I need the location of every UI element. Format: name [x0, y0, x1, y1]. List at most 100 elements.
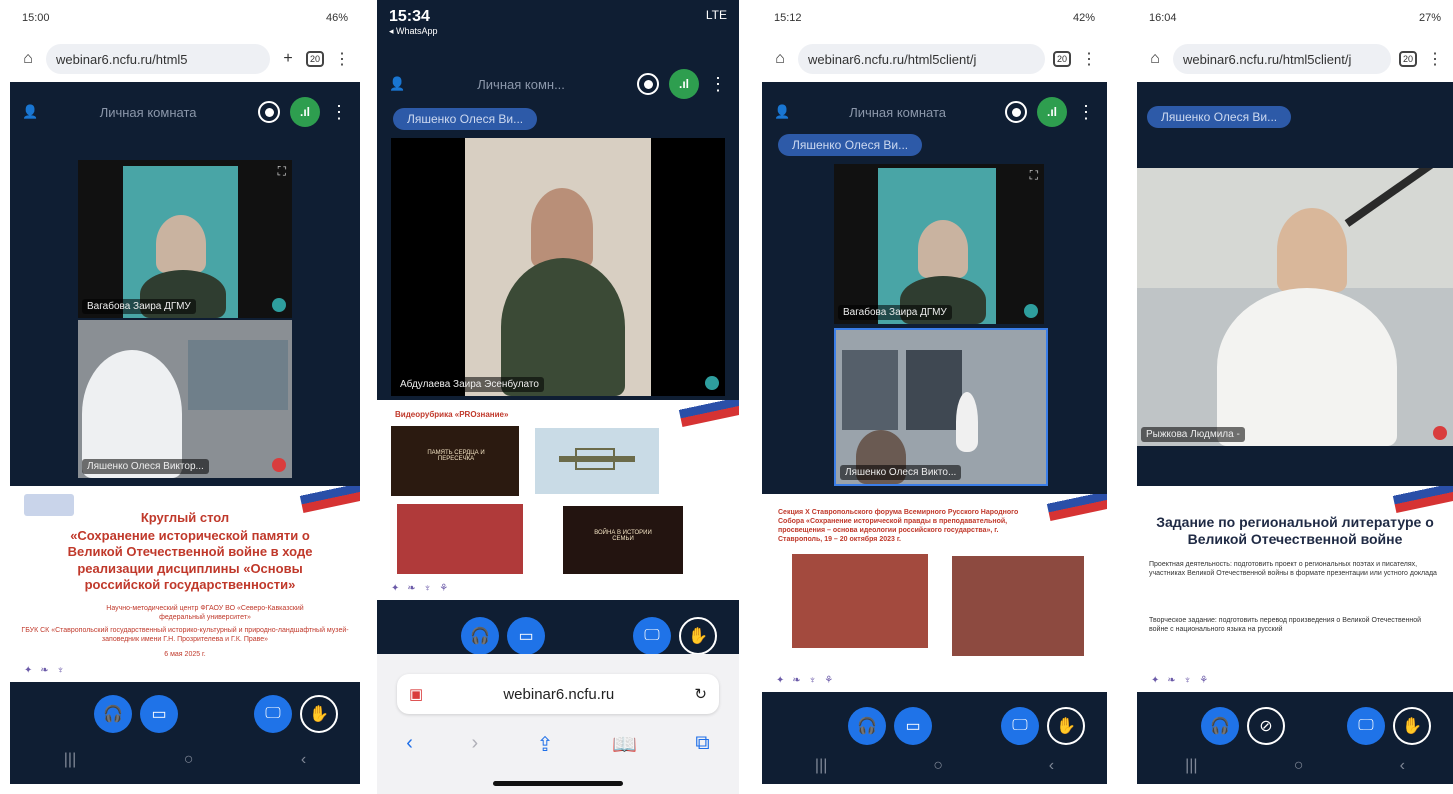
- url-field[interactable]: webinar6.ncfu.ru/html5client/j: [1173, 44, 1391, 74]
- presentation-slide: Задание по региональной литературе о Вел…: [1137, 486, 1453, 692]
- partner-logos: ✦ ❧ ♆ ⚘: [391, 583, 449, 594]
- home-circle-icon[interactable]: ○: [933, 757, 943, 775]
- forward-icon[interactable]: ›: [471, 732, 478, 757]
- meeting-controls: 🎧 ⊘ 🖵 ✋: [1137, 696, 1453, 756]
- home-icon[interactable]: ⌂: [770, 50, 790, 68]
- back-icon[interactable]: ‹: [406, 732, 413, 757]
- presenter-pill[interactable]: Ляшенко Олеся Ви...: [393, 108, 538, 130]
- meeting-controls: 🎧 ▭ 🖵 ✋: [762, 696, 1107, 756]
- video-tile-1[interactable]: ⛶ Вагабова Заира ДГМУ: [78, 160, 292, 318]
- screenshare-button[interactable]: 🖵: [254, 695, 292, 733]
- expand-icon[interactable]: ⛶: [1030, 168, 1038, 183]
- video-tile-1[interactable]: ⛶ Вагабова Заира ДГМУ: [834, 164, 1044, 324]
- more-options-icon[interactable]: ⋮: [330, 102, 348, 123]
- menu-icon[interactable]: ⋮: [1425, 49, 1445, 69]
- record-icon[interactable]: [1005, 101, 1027, 123]
- home-icon[interactable]: ⌂: [1145, 50, 1165, 68]
- status-time: 15:00: [22, 12, 50, 24]
- audio-button[interactable]: 🎧: [461, 617, 499, 655]
- menu-icon[interactable]: ⋮: [1079, 49, 1099, 69]
- screenshare-button[interactable]: 🖵: [1001, 707, 1039, 745]
- more-options-icon[interactable]: ⋮: [709, 74, 727, 95]
- expand-icon[interactable]: ⛶: [278, 164, 286, 179]
- video-tile[interactable]: Рыжкова Людмила -: [1137, 168, 1453, 446]
- slide-heading: Задание по региональной литературе о Вел…: [1156, 514, 1434, 547]
- video-tile-2[interactable]: Ляшенко Олеся Виктор...: [78, 320, 292, 478]
- slide-title: Видеорубрика «PROзнание»: [395, 410, 509, 419]
- raise-hand-button[interactable]: ✋: [1047, 707, 1085, 745]
- menu-icon[interactable]: ⋮: [332, 49, 352, 69]
- users-icon[interactable]: 👤: [774, 104, 790, 120]
- video-tile-2[interactable]: Ляшенко Олеся Викто...: [834, 328, 1048, 486]
- back-icon[interactable]: ‹: [1400, 757, 1405, 775]
- connection-status-icon[interactable]: .ıl: [669, 69, 699, 99]
- tabs-count-button[interactable]: 20: [1399, 51, 1417, 67]
- slide-paragraph-2: Творческое задание: подготовить перевод …: [1149, 617, 1422, 634]
- video-label: Абдулаева Заира Эсенбулато: [395, 377, 544, 392]
- screenshare-button[interactable]: 🖵: [1347, 707, 1385, 745]
- phone-screenshot-3: 15:12 42% ⌂ webinar6.ncfu.ru/html5client…: [762, 0, 1107, 784]
- record-icon[interactable]: [258, 101, 280, 123]
- raise-hand-button[interactable]: ✋: [300, 695, 338, 733]
- screenshare-button[interactable]: 🖵: [633, 617, 671, 655]
- connection-status-icon[interactable]: .ıl: [290, 97, 320, 127]
- slide-org-2: ГБУК СК «Ставропольский государственный …: [21, 627, 349, 644]
- new-tab-icon[interactable]: +: [278, 50, 298, 68]
- audio-button[interactable]: 🎧: [94, 695, 132, 733]
- url-field[interactable]: webinar6.ncfu.ru/html5: [46, 44, 270, 74]
- raise-hand-button[interactable]: ✋: [1393, 707, 1431, 745]
- video-thumbnail-2[interactable]: ВОЙНА В ИСТОРИИ СЕМЬИ: [563, 506, 683, 574]
- back-icon[interactable]: ‹: [1049, 757, 1054, 775]
- video-label: Вагабова Заира ДГМУ: [838, 305, 952, 320]
- camera-button[interactable]: ▭: [894, 707, 932, 745]
- home-circle-icon[interactable]: ○: [184, 751, 194, 769]
- status-bar: 16:04 27%: [1137, 0, 1453, 36]
- back-icon[interactable]: ‹: [301, 751, 306, 769]
- presenter-pill[interactable]: Ляшенко Олеся Ви...: [1147, 106, 1292, 128]
- recent-apps-icon[interactable]: |||: [815, 757, 827, 775]
- raise-hand-button[interactable]: ✋: [679, 617, 717, 655]
- recording-indicator-icon: ▣: [409, 686, 424, 703]
- users-icon[interactable]: 👤: [22, 104, 38, 120]
- presenter-pill[interactable]: Ляшенко Олеся Ви...: [778, 134, 923, 156]
- bookmarks-icon[interactable]: 📖: [612, 732, 637, 757]
- share-icon[interactable]: ⇪: [537, 732, 554, 757]
- back-to-app[interactable]: ◂ WhatsApp: [389, 26, 438, 37]
- camera-button[interactable]: ▭: [140, 695, 178, 733]
- android-nav-bar: ||| ○ ‹: [10, 736, 360, 784]
- status-battery: 42%: [1072, 12, 1095, 24]
- meeting-topbar: 👤 Личная комната .ıl ⋮: [10, 88, 360, 136]
- status-time: 15:12: [774, 12, 802, 24]
- mic-icon: [272, 298, 286, 312]
- android-nav-bar: ||| ○ ‹: [762, 748, 1107, 784]
- recent-apps-icon[interactable]: |||: [1185, 757, 1197, 775]
- audio-button[interactable]: 🎧: [848, 707, 886, 745]
- record-icon[interactable]: [637, 73, 659, 95]
- presentation-slide: Круглый стол «Сохранение исторической па…: [10, 486, 360, 682]
- audio-button[interactable]: 🎧: [1201, 707, 1239, 745]
- browser-url-bar: ⌂ webinar6.ncfu.ru/html5 + 20 ⋮: [10, 36, 360, 82]
- tabs-icon[interactable]: ⧉: [695, 732, 709, 757]
- flag-graphic: [677, 400, 739, 427]
- safari-address-bar[interactable]: ▣ webinar6.ncfu.ru ↻: [397, 674, 719, 714]
- video-thumbnail-1[interactable]: ПАМЯТЬ СЕРДЦА И ПЕРЕСЕЧКА: [391, 426, 519, 496]
- network-status: LTE: [705, 8, 727, 22]
- home-icon[interactable]: ⌂: [18, 50, 38, 68]
- partner-logos: ✦ ❧ ♆: [24, 665, 65, 676]
- more-options-icon[interactable]: ⋮: [1077, 102, 1095, 123]
- home-circle-icon[interactable]: ○: [1294, 757, 1304, 775]
- meeting-controls: 🎧 ▭ 🖵 ✋: [10, 684, 360, 744]
- video-tile[interactable]: Абдулаева Заира Эсенбулато: [391, 138, 725, 396]
- camera-off-button[interactable]: ⊘: [1247, 707, 1285, 745]
- browser-url-bar: ⌂ webinar6.ncfu.ru/html5client/j 20 ⋮: [1137, 36, 1453, 82]
- status-bar: 15:00 46%: [10, 0, 360, 36]
- recent-apps-icon[interactable]: |||: [64, 751, 76, 769]
- url-field[interactable]: webinar6.ncfu.ru/html5client/j: [798, 44, 1045, 74]
- tabs-count-button[interactable]: 20: [1053, 51, 1071, 67]
- connection-status-icon[interactable]: .ıl: [1037, 97, 1067, 127]
- android-nav-bar: ||| ○ ‹: [1137, 748, 1453, 784]
- users-icon[interactable]: 👤: [389, 76, 405, 92]
- tabs-count-button[interactable]: 20: [306, 51, 324, 67]
- camera-button[interactable]: ▭: [507, 617, 545, 655]
- reload-icon[interactable]: ↻: [694, 685, 707, 703]
